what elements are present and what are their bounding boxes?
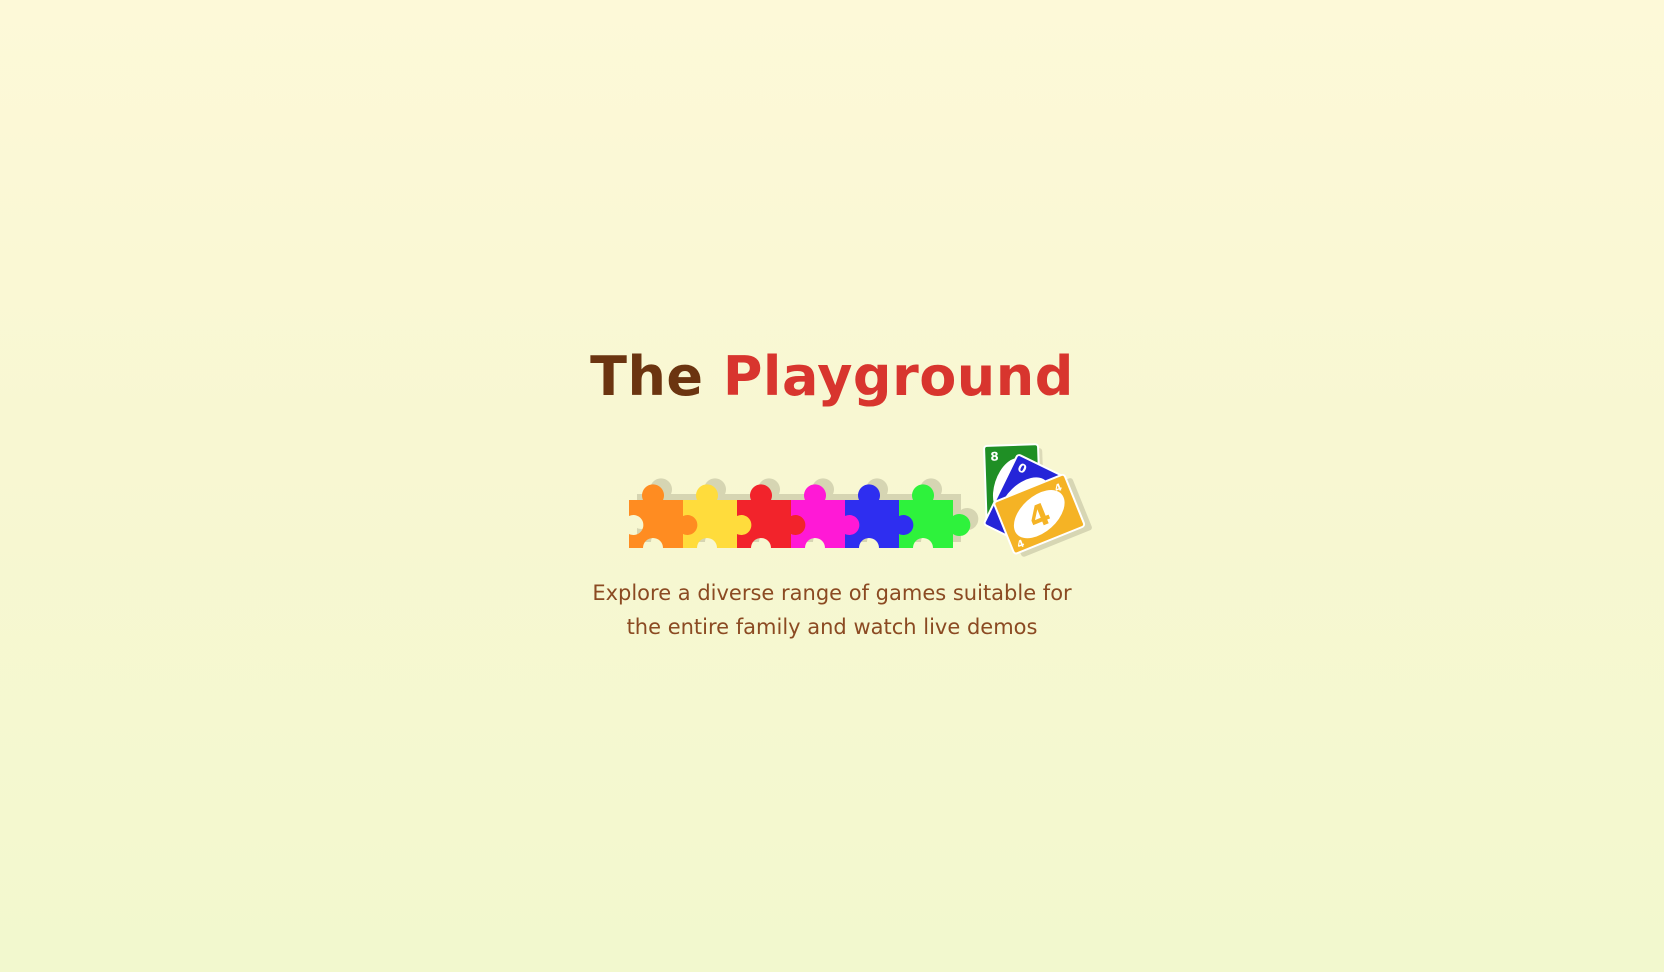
page-title: The Playground	[0, 342, 1664, 412]
title-word-playground: Playground	[722, 345, 1074, 408]
playing-cards-icon: 8 8 0 0 4 4 4	[983, 443, 1092, 557]
title-word-the: The	[590, 345, 704, 408]
tagline: Explore a diverse range of games suitabl…	[592, 581, 1072, 639]
puzzle-strip-icon	[629, 484, 971, 548]
hero-section: The Playground 8 0 4 4 4 Explore a diver…	[0, 0, 1664, 972]
games-logo-illustration: 8 8 0 0 4 4 4	[629, 443, 1092, 557]
card-green-corner-label: 8	[990, 449, 999, 463]
